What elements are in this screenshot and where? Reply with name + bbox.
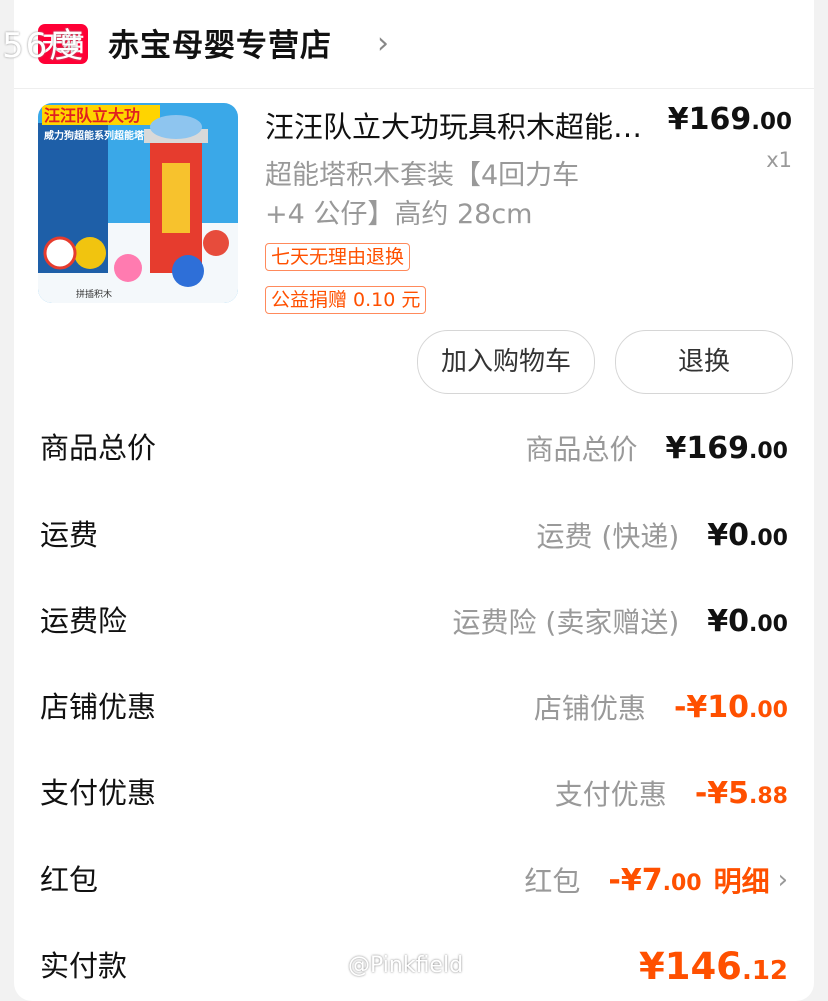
amount-dec: .00: [749, 438, 788, 464]
summary-sub: 运费 (快递): [536, 520, 680, 553]
summary-sub: 运费险 (卖家赠送): [452, 606, 680, 639]
tag-charity: 公益捐赠 0.10 元: [265, 286, 427, 314]
add-to-cart-button[interactable]: 加入购物车: [417, 330, 595, 394]
product-title[interactable]: 汪汪队立大功玩具积木超能塔积木套装: [265, 104, 647, 146]
image-text-1: 汪汪队立大功: [44, 106, 140, 125]
summary-row: 运费险 运费险 (卖家赠送) ¥0.00: [14, 596, 814, 646]
summary-amount: -¥7.00: [608, 863, 701, 898]
summary-row: 商品总价 商品总价 ¥169.00: [14, 423, 814, 473]
summary-sub: 红包: [524, 865, 581, 898]
amount-int: ¥169: [665, 430, 750, 466]
product-spec-line2: +4 公仔】高约 28cm: [265, 199, 533, 230]
product-image[interactable]: 汪汪队立大功 威力狗超能系列超能塔 拼插积木: [38, 103, 238, 303]
amount-int: -¥10: [673, 689, 750, 725]
summary-row: 支付优惠 支付优惠 -¥5.88: [14, 768, 814, 818]
amount-dec: .12: [741, 955, 788, 986]
chevron-right-icon[interactable]: ›: [778, 865, 788, 895]
summary-sub: 商品总价: [525, 433, 638, 466]
watermark-top: 56度: [2, 26, 86, 66]
image-text-2: 威力狗超能系列超能塔: [44, 129, 145, 142]
amount-dec: .00: [749, 525, 788, 551]
summary-amount: -¥5.88: [695, 776, 788, 811]
amount-int: ¥0: [707, 603, 750, 639]
total-label: 实付款: [40, 949, 128, 983]
product-price: ¥169.00: [668, 102, 792, 137]
order-card: 天猫 赤宝母婴专营店 › 汪汪队立大功 威力狗超能系列超能塔 拼插积木 汪汪队立…: [14, 0, 814, 1001]
watermark-bottom: @Pinkfield: [348, 953, 464, 978]
summary-sub: 店铺优惠: [533, 692, 646, 725]
summary-row[interactable]: 红包 红包 -¥7.00 明细 ›: [14, 855, 814, 905]
summary-amount: ¥0.00: [707, 604, 788, 639]
summary-row: 店铺优惠 店铺优惠 -¥10.00: [14, 682, 814, 732]
amount-dec: .00: [749, 697, 788, 723]
summary-row: 运费 运费 (快递) ¥0.00: [14, 510, 814, 560]
amount-int: ¥146: [638, 944, 742, 988]
summary-label: 运费险: [40, 604, 128, 638]
amount-int: -¥5: [694, 775, 750, 811]
shop-header[interactable]: 天猫 赤宝母婴专营店 ›: [14, 0, 814, 88]
summary-label: 运费: [40, 518, 99, 552]
summary-amount: -¥10.00: [674, 690, 788, 725]
detail-link[interactable]: 明细: [714, 860, 770, 900]
price-dec: .00: [751, 109, 792, 135]
amount-int: ¥0: [707, 517, 750, 553]
chevron-right-icon[interactable]: ›: [377, 26, 389, 61]
product-qty: x1: [766, 148, 792, 172]
total-amount: ¥146.12: [639, 945, 788, 988]
summary-label: 红包: [40, 863, 99, 897]
summary-label: 支付优惠: [40, 776, 157, 810]
summary-amount: ¥169.00: [666, 431, 788, 466]
image-text-3: 拼插积木: [76, 288, 112, 300]
amount-dec: .88: [749, 783, 788, 809]
divider: [14, 88, 814, 89]
price-int: ¥169: [667, 102, 752, 137]
product-spec-line1: 超能塔积木套装【4回力车: [265, 160, 580, 191]
tag-return-policy: 七天无理由退换: [265, 243, 411, 271]
product-spec: 超能塔积木套装【4回力车 +4 公仔】高约 28cm: [265, 156, 655, 234]
summary-amount: ¥0.00: [707, 518, 788, 553]
summary-label: 店铺优惠: [40, 690, 157, 724]
amount-dec: .00: [749, 611, 788, 637]
summary-label: 商品总价: [40, 431, 157, 465]
refund-button[interactable]: 退换: [615, 330, 793, 394]
shop-name[interactable]: 赤宝母婴专营店: [108, 20, 332, 65]
amount-dec: .00: [662, 870, 702, 896]
amount-int: -¥7: [608, 862, 663, 898]
summary-sub: 支付优惠: [554, 778, 667, 811]
